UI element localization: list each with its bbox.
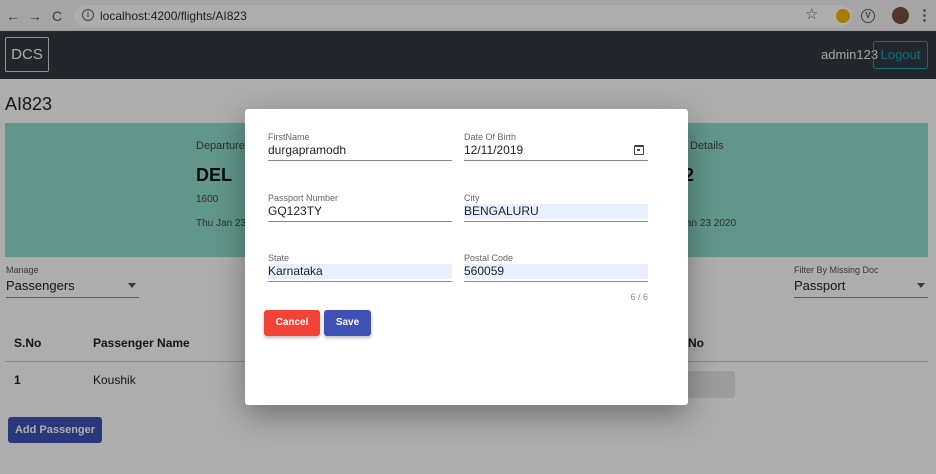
state-label: State xyxy=(268,253,290,263)
date-of-birth-input[interactable]: 12/11/2019 xyxy=(464,143,648,158)
city-field[interactable]: City BENGALURU xyxy=(464,193,648,241)
date-of-birth-underline xyxy=(464,160,648,161)
first-name-underline xyxy=(268,160,452,161)
first-name-input[interactable]: durgapramodh xyxy=(268,143,452,158)
postal-code-field[interactable]: Postal Code 560059 xyxy=(464,253,648,301)
passport-number-input[interactable]: GQ123TY xyxy=(268,204,452,219)
state-input[interactable]: Karnataka xyxy=(268,264,452,279)
save-button[interactable]: Save xyxy=(324,310,371,336)
first-name-label: FirstName xyxy=(268,132,310,142)
postal-code-underline xyxy=(464,281,648,282)
date-of-birth-label: Date Of Birth xyxy=(464,132,517,142)
state-underline xyxy=(268,281,452,282)
passport-number-underline xyxy=(268,221,452,222)
cancel-button[interactable]: Cancel xyxy=(264,310,320,336)
city-label: City xyxy=(464,193,480,203)
postal-code-char-counter: 6 / 6 xyxy=(630,292,648,302)
first-name-field[interactable]: FirstName durgapramodh xyxy=(268,132,452,180)
calendar-icon[interactable] xyxy=(634,145,644,155)
city-underline xyxy=(464,221,648,222)
passport-number-label: Passport Number xyxy=(268,193,339,203)
postal-code-input[interactable]: 560059 xyxy=(464,264,648,279)
edit-passenger-dialog: FirstName durgapramodh Date Of Birth 12/… xyxy=(245,109,688,405)
postal-code-label: Postal Code xyxy=(464,253,514,263)
date-of-birth-field[interactable]: Date Of Birth 12/11/2019 xyxy=(464,132,648,180)
passport-number-field[interactable]: Passport Number GQ123TY xyxy=(268,193,452,241)
state-field[interactable]: State Karnataka xyxy=(268,253,452,301)
city-input[interactable]: BENGALURU xyxy=(464,204,648,219)
